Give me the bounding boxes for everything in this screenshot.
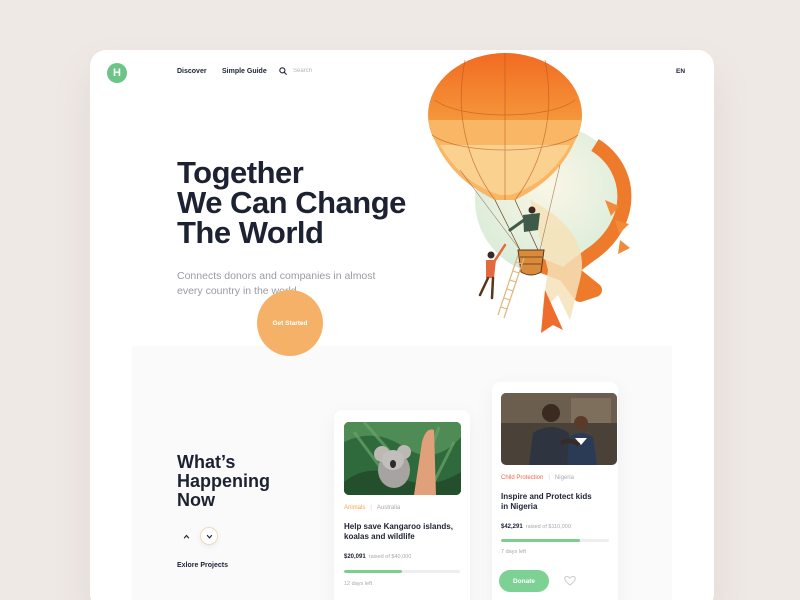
section-title: What’s Happening Now (177, 453, 317, 510)
nav-discover[interactable]: Discover (177, 68, 207, 75)
card-2-category[interactable]: Child Protection (501, 475, 543, 481)
get-started-button[interactable]: Get Started (257, 290, 323, 356)
donate-button[interactable]: Donate (499, 570, 549, 592)
search-box[interactable] (279, 67, 373, 75)
card-1-progress-fill (344, 570, 402, 573)
logo[interactable]: H (107, 63, 127, 83)
nav-simple-guide[interactable]: Simple Guide (222, 68, 267, 75)
heart-icon[interactable] (564, 575, 576, 586)
card-2-days-left: 7 days left (501, 549, 527, 555)
card-1-category[interactable]: Animals (344, 505, 365, 511)
hero-title-line-1: Together (177, 155, 304, 190)
logo-letter: H (113, 67, 121, 79)
card-1-progress (344, 570, 460, 573)
tag-separator: | (370, 505, 372, 511)
chevron-up-icon (183, 534, 189, 538)
card-1-raised: $20,091 raised of $40,000 (344, 554, 411, 560)
card-2-goal: raised of $110,000 (525, 524, 571, 530)
card-2-progress (501, 539, 609, 542)
section-title-line-2: Happening (177, 471, 270, 491)
hero-title-line-3: The World (177, 215, 324, 250)
chevron-down-icon (206, 534, 212, 539)
card-1-raised-amount: $20,091 (344, 554, 366, 560)
card-1-location: Australia (376, 505, 401, 511)
scroll-down-button[interactable] (200, 527, 218, 545)
card-2-tags: Child Protection | Nigeria (501, 475, 574, 481)
tag-separator: | (548, 475, 550, 481)
scroll-up-button[interactable] (177, 527, 195, 545)
card-1-days-left: 12 days left (344, 581, 373, 587)
explore-projects-link[interactable]: Exlore Projects (177, 562, 228, 569)
language-switch[interactable]: EN (676, 68, 685, 75)
card-2-raised: $42,291 raised of $110,000 (501, 524, 571, 530)
kids-photo (501, 393, 617, 465)
card-1-goal: raised of $40,000 (368, 554, 412, 560)
search-input[interactable] (293, 68, 373, 74)
card-2-title[interactable]: Inspire and Protect kids in Nigeria (501, 492, 601, 512)
card-1-title[interactable]: Help save Kangaroo islands, koalas and w… (344, 522, 459, 542)
section-title-line-3: Now (177, 490, 215, 510)
card-1-tags: Animals | Australia (344, 505, 400, 511)
section-title-line-1: What’s (177, 452, 236, 472)
hero-title-line-2: We Can Change (177, 185, 406, 220)
card-2-raised-amount: $42,291 (501, 524, 523, 530)
card-2-progress-fill (501, 539, 580, 542)
hero-title: Together We Can Change The World (177, 155, 437, 250)
koala-photo (344, 422, 461, 495)
balloon-illustration (428, 53, 632, 333)
search-icon (279, 67, 287, 75)
card-2-location: Nigeria (554, 475, 574, 481)
app-window: H Discover Simple Guide EN Together We C… (90, 50, 714, 600)
